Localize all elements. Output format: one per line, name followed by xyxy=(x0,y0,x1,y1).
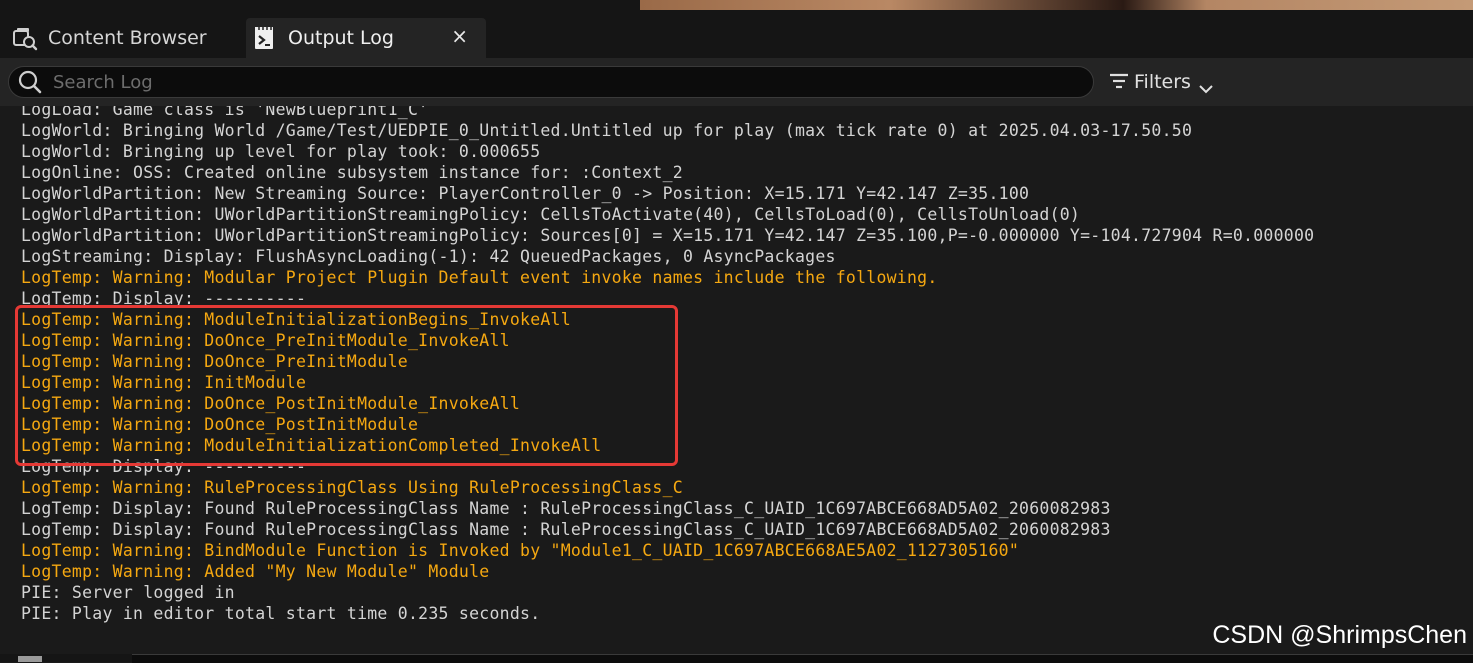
console-icon[interactable] xyxy=(18,656,42,662)
log-line: PIE: Play in editor total start time 0.2… xyxy=(21,604,541,623)
log-line: LogWorldPartition: UWorldPartitionStream… xyxy=(21,226,1315,245)
log-line: LogTemp: Display: Found RuleProcessingCl… xyxy=(21,499,1111,518)
console-bar xyxy=(0,654,1473,663)
tab-content-browser[interactable]: Content Browser xyxy=(6,18,240,58)
filters-button[interactable]: Filters xyxy=(1108,66,1213,98)
top-strip xyxy=(0,0,1473,10)
log-output[interactable]: LogLoad: Game class is 'NewBlueprint1_C'… xyxy=(0,106,1473,654)
close-icon[interactable]: × xyxy=(451,24,468,48)
log-line: LogWorld: Bringing World /Game/Test/UEDP… xyxy=(21,121,1193,140)
watermark: CSDN @ShrimpsChen xyxy=(1212,621,1467,649)
log-line: LogTemp: Warning: Added "My New Module" … xyxy=(21,562,490,581)
log-line: LogWorldPartition: New Streaming Source:… xyxy=(21,184,1030,203)
log-line: LogTemp: Warning: BindModule Function is… xyxy=(21,541,1020,560)
log-line: LogStreaming: Display: FlushAsyncLoading… xyxy=(21,247,836,266)
filters-label: Filters xyxy=(1134,71,1191,93)
log-line: LogWorldPartition: UWorldPartitionStream… xyxy=(21,205,1081,224)
tab-label: Content Browser xyxy=(48,27,207,49)
log-line: LogWorld: Bringing up level for play too… xyxy=(21,142,541,161)
highlight-box xyxy=(15,305,678,466)
tab-output-log[interactable]: Output Log × xyxy=(246,18,486,58)
tab-bar: Content Browser Output Log × xyxy=(0,10,1473,58)
log-line: PIE: Server logged in xyxy=(21,583,235,602)
tab-label: Output Log xyxy=(288,27,394,49)
log-line: LogTemp: Warning: Modular Project Plugin… xyxy=(21,268,938,287)
filter-icon xyxy=(1108,72,1130,92)
log-line: LogTemp: Warning: RuleProcessingClass Us… xyxy=(21,478,683,497)
search-box[interactable] xyxy=(8,66,1094,98)
chevron-down-icon xyxy=(1199,77,1213,94)
content-browser-icon xyxy=(12,25,38,51)
search-icon xyxy=(17,69,43,95)
search-toolbar: Filters xyxy=(0,58,1473,106)
background-image xyxy=(640,0,1473,10)
search-input[interactable] xyxy=(51,70,1055,94)
log-line: LogTemp: Display: Found RuleProcessingCl… xyxy=(21,520,1111,539)
output-log-icon xyxy=(252,25,278,51)
log-line: LogLoad: Game class is 'NewBlueprint1_C' xyxy=(21,106,429,119)
log-line: LogOnline: OSS: Created online subsystem… xyxy=(21,163,683,182)
